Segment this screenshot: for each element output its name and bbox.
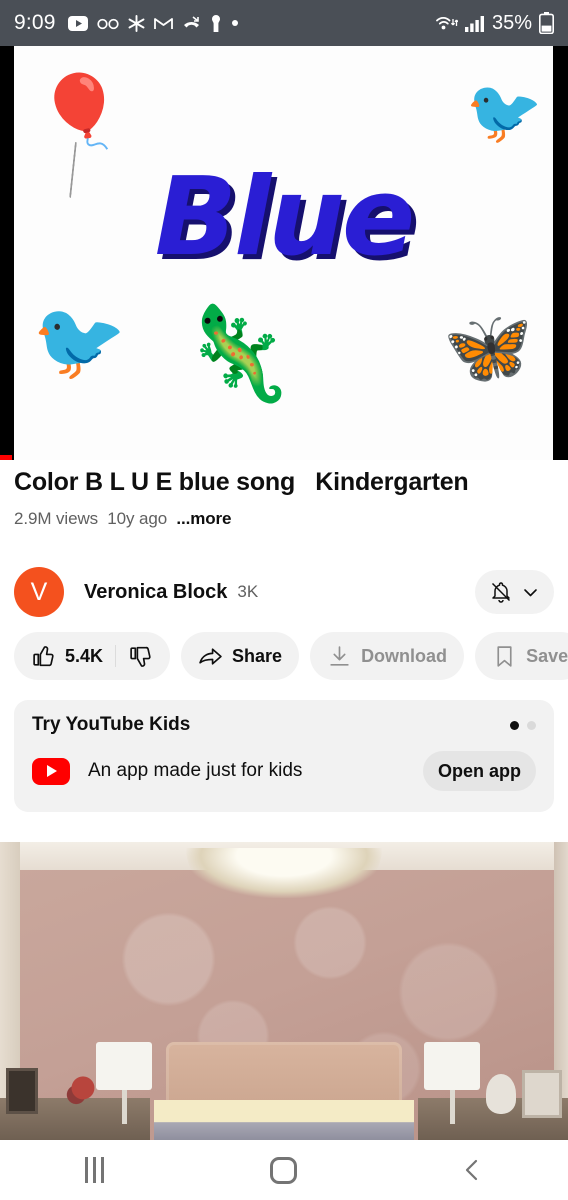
battery-icon — [539, 12, 554, 34]
chandelier — [186, 848, 382, 898]
asterisk-icon — [128, 14, 145, 32]
gmail-icon — [153, 16, 173, 31]
table-lamp-left — [96, 1042, 152, 1124]
lamp-shade-left — [96, 1042, 152, 1090]
voicemail-icon — [97, 17, 119, 30]
save-button[interactable]: Save — [475, 632, 568, 680]
upload-age: 10y ago — [107, 508, 168, 528]
video-progress-bar[interactable] — [0, 455, 12, 460]
youtube-watch-screen: 9:09 35% 🎈 🐦 Blue 🐦 🦎 🦋 Color B L U E bl… — [0, 0, 568, 1200]
video-frame[interactable]: 🎈 🐦 Blue 🐦 🦎 🦋 — [14, 46, 553, 460]
status-bar-clock: 9:09 — [14, 11, 56, 34]
youtube-icon — [67, 15, 88, 31]
bird-bottom-left-object: 🐦 — [32, 299, 127, 384]
promo-body: An app made just for kids Open app — [32, 751, 536, 791]
more-link[interactable]: ...more — [176, 509, 231, 528]
avatar[interactable]: V — [14, 567, 64, 617]
like-count: 5.4K — [65, 645, 104, 666]
youtube-kids-icon — [32, 757, 70, 785]
thumb-down-icon[interactable] — [128, 644, 153, 669]
android-nav-bar — [0, 1140, 568, 1200]
promo-dot-inactive[interactable] — [527, 721, 536, 730]
picture-frame-right — [522, 1070, 562, 1118]
bell-off-icon — [489, 580, 513, 604]
like-dislike-group: 5.4K — [14, 632, 171, 680]
chevron-down-icon — [521, 583, 540, 602]
promo-header: Try YouTube Kids — [32, 714, 536, 736]
back-icon — [460, 1157, 486, 1183]
mouse-balloon-object: 🎈 — [36, 72, 124, 150]
bed — [154, 1100, 414, 1140]
video-meta: Color B L U E blue song Kindergarten 2.9… — [0, 468, 568, 529]
back-button[interactable] — [428, 1140, 518, 1200]
decor-vase-right — [486, 1074, 516, 1114]
download-label: Download — [361, 645, 448, 666]
battery-percent-label: 35% — [491, 11, 532, 34]
video-title[interactable]: Color B L U E blue song Kindergarten — [14, 468, 554, 498]
view-count: 2.9M views — [14, 508, 99, 528]
subscriber-count: 3K — [237, 582, 259, 601]
channel-name[interactable]: Veronica Block — [84, 581, 227, 604]
notification-bell-button[interactable] — [475, 570, 554, 614]
share-label: Share — [232, 645, 283, 666]
thumb-up-icon[interactable] — [31, 644, 56, 669]
lamp-shade-right — [424, 1042, 480, 1090]
download-button[interactable]: Download — [310, 632, 465, 680]
promo-title: Try YouTube Kids — [32, 714, 191, 735]
share-button[interactable]: Share — [181, 632, 300, 680]
dot-icon — [231, 19, 239, 27]
video-word-blue: Blue — [154, 155, 415, 280]
home-button[interactable] — [239, 1140, 329, 1200]
signal-icon — [464, 15, 485, 32]
lamp-stem-left — [121, 1090, 127, 1124]
status-bar-left: 9:09 — [14, 11, 239, 35]
save-label: Save — [526, 645, 568, 666]
lizard-object: 🦎 — [180, 303, 295, 405]
bookmark-icon — [492, 644, 517, 669]
table-lamp-right — [424, 1042, 480, 1124]
home-icon — [270, 1156, 298, 1184]
status-bar-right: 35% — [436, 12, 554, 35]
recents-button[interactable] — [50, 1140, 140, 1200]
share-icon — [198, 644, 223, 669]
recents-icon — [85, 1157, 105, 1183]
video-player[interactable]: 🎈 🐦 Blue 🐦 🦎 🦋 — [0, 46, 568, 460]
next-video-thumbnail[interactable] — [0, 842, 568, 1140]
missed-call-icon — [182, 15, 201, 31]
bird-top-right-object: 🐦 — [465, 78, 543, 147]
open-app-button[interactable]: Open app — [422, 751, 536, 791]
channel-row: V Veronica Block 3K — [0, 563, 568, 621]
promo-page-dots[interactable] — [510, 714, 536, 730]
action-row: 5.4K Share Download Save — [0, 632, 568, 680]
promo-description: An app made just for kids — [88, 760, 303, 781]
picture-frame-left — [6, 1068, 38, 1114]
flower-vase — [66, 1076, 100, 1110]
key-icon — [210, 14, 222, 33]
video-stats[interactable]: 2.9M views 10y ago ...more — [14, 509, 554, 529]
status-bar: 9:09 35% — [0, 0, 568, 46]
promo-dot-active[interactable] — [510, 721, 519, 730]
download-icon — [327, 644, 352, 669]
butterfly-object: 🦋 — [443, 308, 533, 388]
wifi-icon — [436, 14, 458, 32]
youtube-kids-promo-card[interactable]: Try YouTube Kids An app made just for ki… — [14, 700, 554, 812]
action-divider — [115, 645, 117, 667]
lamp-stem-right — [449, 1090, 455, 1124]
